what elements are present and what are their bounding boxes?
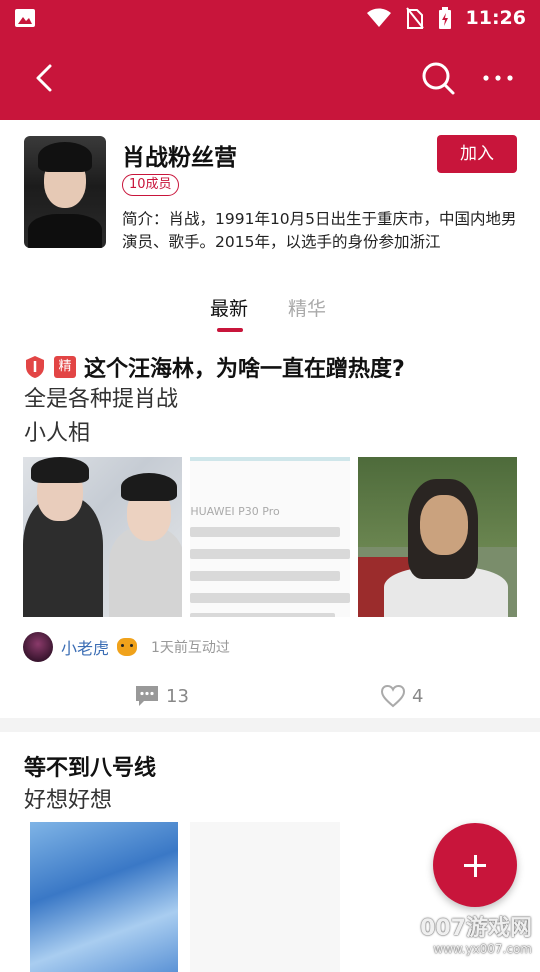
avatar[interactable]: [23, 632, 53, 662]
status-bar: 11:26: [0, 0, 540, 36]
like-count: 4: [412, 686, 423, 707]
group-avatar: [24, 136, 106, 248]
app-bar: [0, 36, 540, 120]
status-time: 11:26: [466, 7, 526, 29]
add-post-button[interactable]: [433, 823, 517, 907]
comment-button[interactable]: 13: [134, 684, 189, 708]
divider: [0, 718, 540, 732]
like-button[interactable]: 4: [380, 684, 423, 708]
image-icon: [14, 8, 36, 28]
tab-latest[interactable]: 最新: [210, 294, 248, 321]
post-body: 全是各种提肖战 小人相: [24, 383, 178, 451]
comment-count: 13: [166, 686, 189, 707]
join-button[interactable]: 加入: [437, 135, 517, 173]
group-intro: 简介：肖战，1991年10月5日出生于重庆市，中国内地男演员、歌手。2015年，…: [122, 208, 522, 254]
member-count-badge: 10成员: [122, 174, 179, 196]
post-image[interactable]: HUAWEI P30 Pro: [190, 457, 349, 617]
post-image[interactable]: [358, 457, 517, 617]
no-sim-icon: [406, 7, 424, 29]
post-actions: 13 4: [0, 680, 540, 720]
back-icon[interactable]: [26, 58, 66, 98]
tab-indicator: [217, 328, 243, 332]
comment-icon: [134, 684, 160, 708]
group-header: 肖战粉丝营 10成员 加入 简介：肖战，1991年10月5日出生于重庆市，中国内…: [0, 120, 540, 270]
post-image[interactable]: [190, 822, 340, 972]
post-images: HUAWEI P30 Pro: [23, 457, 517, 617]
heart-icon: [380, 684, 406, 708]
watermark-url: www.yx007.com: [420, 942, 532, 956]
watermark-brand: 007游戏网: [420, 910, 532, 942]
battery-icon: [438, 7, 452, 29]
post-image[interactable]: [23, 457, 182, 617]
author-name[interactable]: 小老虎: [61, 635, 109, 659]
more-icon[interactable]: [478, 58, 518, 98]
tab-bar: 最新 精华: [0, 290, 540, 335]
post-title[interactable]: 这个汪海林，为啥一直在蹭热度?: [84, 351, 405, 383]
watermark: 007游戏网 www.yx007.com: [420, 910, 532, 956]
post-author: 小老虎 1天前互动过: [23, 632, 230, 662]
search-icon[interactable]: [418, 58, 458, 98]
tiger-icon: [117, 638, 137, 656]
post-title[interactable]: 等不到八号线: [24, 750, 156, 782]
featured-badge: 精: [54, 356, 76, 378]
pin-icon: [24, 355, 46, 379]
group-name: 肖战粉丝营: [122, 138, 237, 172]
wifi-icon: [366, 8, 392, 28]
tab-featured[interactable]: 精华: [288, 294, 326, 321]
post-image-label: HUAWEI P30 Pro: [190, 505, 279, 518]
post-body: 好想好想: [24, 782, 112, 814]
post-image[interactable]: [30, 822, 178, 972]
post-time: 1天前互动过: [151, 637, 230, 657]
